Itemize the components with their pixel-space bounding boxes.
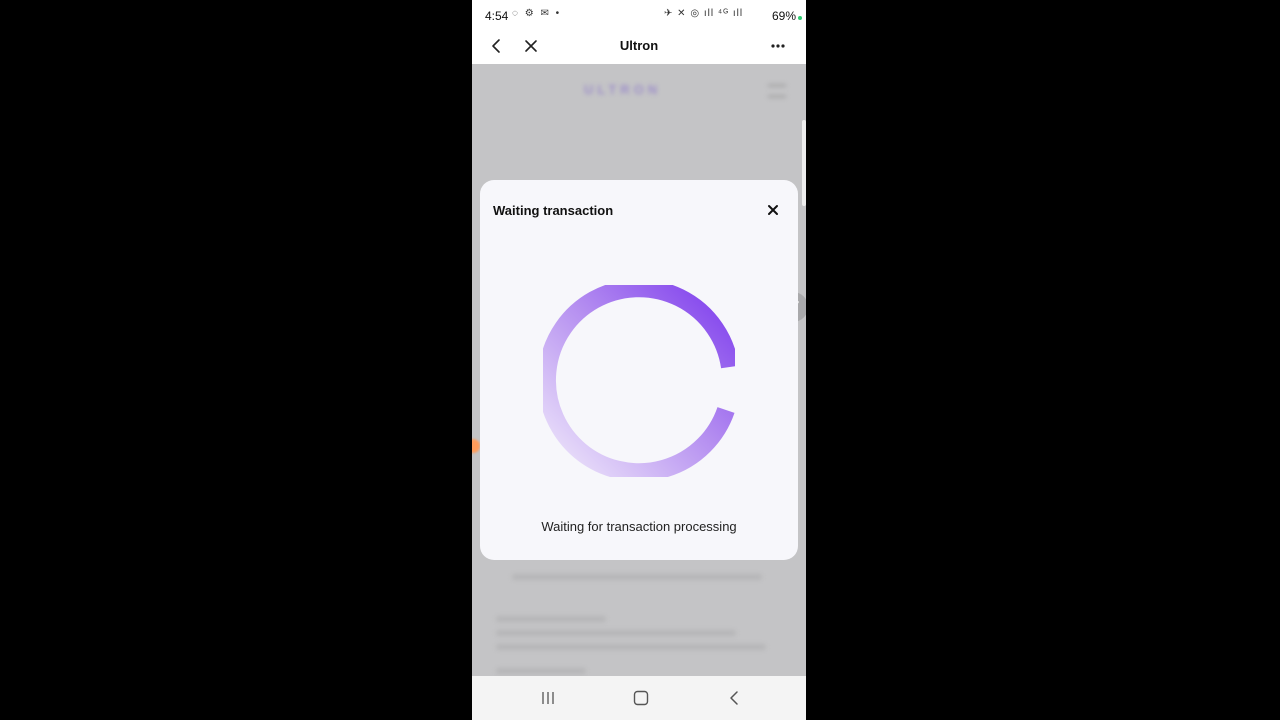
close-icon[interactable] — [765, 202, 781, 218]
home-icon[interactable] — [632, 689, 650, 707]
hamburger-menu-icon — [768, 84, 786, 98]
more-horizontal-icon[interactable] — [768, 36, 788, 56]
site-logo: ULTRON — [584, 82, 662, 97]
status-bar: 4:54 ◌ ⚙ ✉ • ✈ ✕ ◎ ıll ⁴ᴳ ıll 69% — [472, 0, 806, 30]
battery-icon — [798, 16, 802, 20]
back-icon[interactable] — [726, 689, 742, 707]
recent-apps-icon[interactable] — [540, 690, 556, 706]
page-title: Ultron — [619, 38, 659, 53]
notification-icons: ◌ ⚙ ✉ • — [512, 8, 562, 19]
blurred-text-line — [496, 668, 586, 674]
scrollbar[interactable] — [802, 120, 806, 206]
app-bar: Ultron — [472, 30, 806, 64]
floating-indicator — [472, 439, 480, 453]
dialog-message: Waiting for transaction processing — [541, 519, 737, 534]
loading-spinner — [543, 285, 735, 477]
blurred-text-line — [496, 630, 736, 636]
blurred-text-line — [512, 574, 762, 580]
status-time: 4:54 — [485, 9, 509, 23]
system-icons: ✈ ✕ ◎ ıll ⁴ᴳ ıll — [664, 8, 744, 19]
waiting-transaction-dialog: Waiting transaction Waiting for transact… — [480, 180, 798, 560]
battery-level: 69% — [771, 9, 796, 23]
system-nav-bar — [472, 676, 806, 720]
dialog-title: Waiting transaction — [493, 203, 614, 218]
blurred-text-line — [496, 644, 766, 650]
blurred-text-line — [496, 616, 606, 622]
